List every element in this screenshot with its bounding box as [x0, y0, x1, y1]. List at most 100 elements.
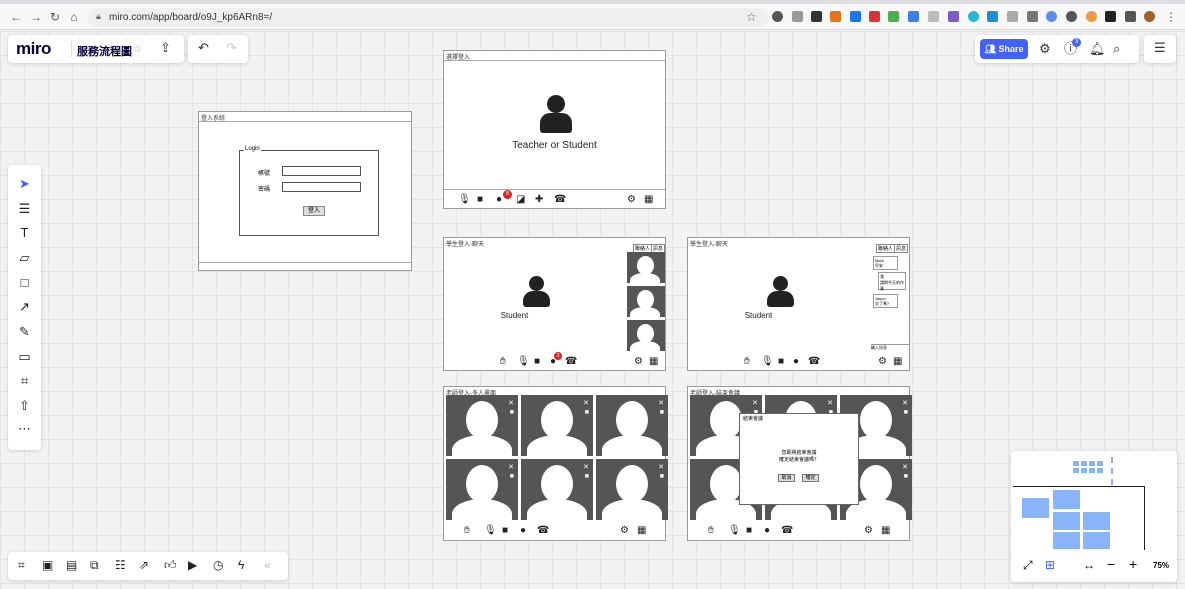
- bookmark-star-icon[interactable]: ☆: [746, 10, 757, 24]
- share-screen-icon[interactable]: ◪: [516, 194, 525, 206]
- timer-icon[interactable]: ◷: [213, 558, 223, 572]
- kanban-icon[interactable]: ☷: [115, 558, 126, 572]
- connector-arrow-icon[interactable]: ↗: [8, 299, 41, 315]
- extension-icon[interactable]: [888, 11, 899, 22]
- chat-icon[interactable]: ●: [793, 356, 799, 368]
- video-icon[interactable]: ▶: [188, 558, 197, 572]
- url-text[interactable]: miro.com/app/board/o9J_kp6ARn8=/: [109, 12, 272, 23]
- facebook-icon[interactable]: [850, 11, 861, 22]
- hand-icon[interactable]: ✋︎: [464, 525, 470, 537]
- phone-icon[interactable]: ☎: [808, 356, 820, 368]
- grid-icon[interactable]: ▦: [893, 356, 902, 368]
- extension-icon[interactable]: [1105, 11, 1116, 22]
- mic-icon[interactable]: 🎙︎: [728, 525, 741, 537]
- fullscreen-icon[interactable]: ⤢: [1023, 558, 1033, 573]
- extension-icon[interactable]: [811, 11, 822, 22]
- avatar[interactable]: [1144, 11, 1155, 22]
- shape-icon[interactable]: □: [8, 275, 41, 290]
- vote-icon[interactable]: 👍︎: [164, 558, 177, 573]
- puzzle-icon[interactable]: [1125, 11, 1136, 22]
- upload-icon[interactable]: ⇧: [8, 398, 41, 414]
- phone-icon[interactable]: ☎: [565, 356, 577, 368]
- password-input[interactable]: [282, 182, 361, 192]
- chat-icon[interactable]: ●: [764, 525, 770, 537]
- extension-icon[interactable]: [1066, 11, 1077, 22]
- gear-icon[interactable]: ⚙: [627, 194, 636, 206]
- redo-icon[interactable]: ↷: [226, 41, 237, 55]
- zoom-in-icon[interactable]: +: [1129, 556, 1137, 572]
- pen-icon[interactable]: ✎: [8, 324, 41, 340]
- add-user-icon[interactable]: ✚: [535, 194, 543, 206]
- mic-icon[interactable]: 🎙︎: [458, 194, 471, 206]
- gear-icon[interactable]: ⚙: [634, 356, 643, 368]
- chat-icon[interactable]: ●: [520, 525, 526, 537]
- frame-login[interactable]: 登入系統 Login 帳號 密碼 登入: [198, 111, 412, 271]
- sticky-note-icon[interactable]: ▱: [8, 250, 41, 266]
- board-name[interactable]: 服務流程圖: [77, 43, 132, 59]
- hand-icon[interactable]: ✋︎: [500, 356, 506, 368]
- extension-icon[interactable]: [968, 11, 979, 22]
- share-out-icon[interactable]: ⇗: [139, 558, 149, 572]
- cancel-button[interactable]: 取消: [778, 474, 795, 482]
- fit-width-icon[interactable]: ↔: [1083, 558, 1095, 572]
- camera-icon[interactable]: ■: [746, 525, 752, 537]
- camera-icon[interactable]: ■: [477, 194, 483, 206]
- frame-teacher-grid[interactable]: 老師登入-多人畫面 ✋︎ 🎙︎ ■ ● ☎ ⚙ ▦ ✕ ■ ✕ ■ ✕ ■ ✕ ■ ✕ ■ ✕ ■: [443, 386, 668, 541]
- tab-messages[interactable]: 訊息: [894, 244, 909, 253]
- zoom-level[interactable]: 75%: [1153, 561, 1169, 570]
- extension-icon[interactable]: [1007, 11, 1018, 22]
- camera-icon[interactable]: ■: [778, 356, 784, 368]
- home-icon[interactable]: ⌂: [67, 10, 81, 24]
- back-icon[interactable]: ←: [9, 10, 23, 24]
- camera-icon[interactable]: ■: [534, 356, 540, 368]
- chat-input[interactable]: 輸入訊息: [871, 344, 909, 352]
- extension-icon[interactable]: [1046, 11, 1057, 22]
- phone-icon[interactable]: ☎: [554, 194, 566, 206]
- settings-sliders-icon[interactable]: ⚙: [1039, 42, 1051, 56]
- undo-icon[interactable]: ↶: [198, 41, 209, 55]
- star-icon[interactable]: ☆: [133, 43, 142, 57]
- grid-icon[interactable]: ▦: [644, 194, 653, 206]
- text-icon[interactable]: T: [8, 225, 41, 240]
- comments-icon[interactable]: ▤: [66, 558, 77, 572]
- search-icon[interactable]: ⌕: [1113, 42, 1120, 56]
- map-icon[interactable]: ⊞: [1045, 558, 1055, 572]
- extension-icon[interactable]: [772, 11, 783, 22]
- frame-role-select[interactable]: 選擇登入 Teacher or Student 🎙︎ ■ ● 8 ◪ ✚ ☎ ⚙…: [443, 50, 666, 209]
- cards-icon[interactable]: ⧉: [90, 558, 99, 573]
- frame-teacher-end[interactable]: 老師登入-結束會議 ✋︎ 🎙︎ ■ ● ☎ ⚙ ▦ 結束會議 您即將結束會議 確…: [687, 386, 912, 541]
- phone-icon[interactable]: ☎: [781, 525, 793, 537]
- menu-icon[interactable]: ⋮: [1164, 10, 1178, 24]
- forward-icon[interactable]: →: [29, 10, 43, 24]
- frame-student-chat-b[interactable]: 學生登入-聊天 聯絡人 訊息 Student Mark 早安 我 請問今天的作業…: [687, 237, 910, 371]
- translate-icon[interactable]: [908, 11, 919, 22]
- grid-icon[interactable]: ▦: [881, 525, 890, 537]
- bell-icon[interactable]: 🔔︎: [1089, 42, 1106, 56]
- mic-icon[interactable]: 🎙︎: [517, 356, 530, 368]
- camera-icon[interactable]: ■: [502, 525, 508, 537]
- extension-icon[interactable]: [928, 11, 939, 22]
- chat-icon[interactable]: ●: [496, 194, 502, 206]
- mic-icon[interactable]: 🎙︎: [761, 356, 774, 368]
- frames-icon[interactable]: ⌗: [18, 558, 25, 573]
- gear-icon[interactable]: ⚙: [620, 525, 629, 537]
- frame-student-chat-a[interactable]: 學生登入-聊天 聯絡人 訊息 Student ✋︎ 🎙︎ ■ ● 3 ☎ ⚙ ▦: [443, 237, 666, 371]
- extension-icon[interactable]: [869, 11, 880, 22]
- mic-icon[interactable]: 🎙︎: [484, 525, 497, 537]
- comment-icon[interactable]: ▭: [8, 349, 41, 365]
- more-icon[interactable]: ⋯: [8, 421, 41, 437]
- extension-icon[interactable]: [987, 11, 998, 22]
- share-button[interactable]: 👥︎ Share: [980, 39, 1028, 59]
- extension-icon[interactable]: [1086, 11, 1097, 22]
- minimap[interactable]: ⤢ ⊞ ↔ − + 75%: [1011, 451, 1177, 582]
- extension-icon[interactable]: [830, 11, 841, 22]
- lightning-icon[interactable]: ϟ: [238, 558, 244, 572]
- grid-icon[interactable]: ▦: [649, 356, 658, 368]
- hand-icon[interactable]: ✋︎: [744, 356, 750, 368]
- extension-icon[interactable]: [1027, 11, 1038, 22]
- list-icon[interactable]: ☰: [1154, 41, 1166, 55]
- gear-icon[interactable]: ⚙: [864, 525, 873, 537]
- miro-logo[interactable]: miro: [16, 39, 51, 59]
- export-icon[interactable]: ⇪: [160, 41, 171, 55]
- collapse-icon[interactable]: «: [264, 558, 271, 572]
